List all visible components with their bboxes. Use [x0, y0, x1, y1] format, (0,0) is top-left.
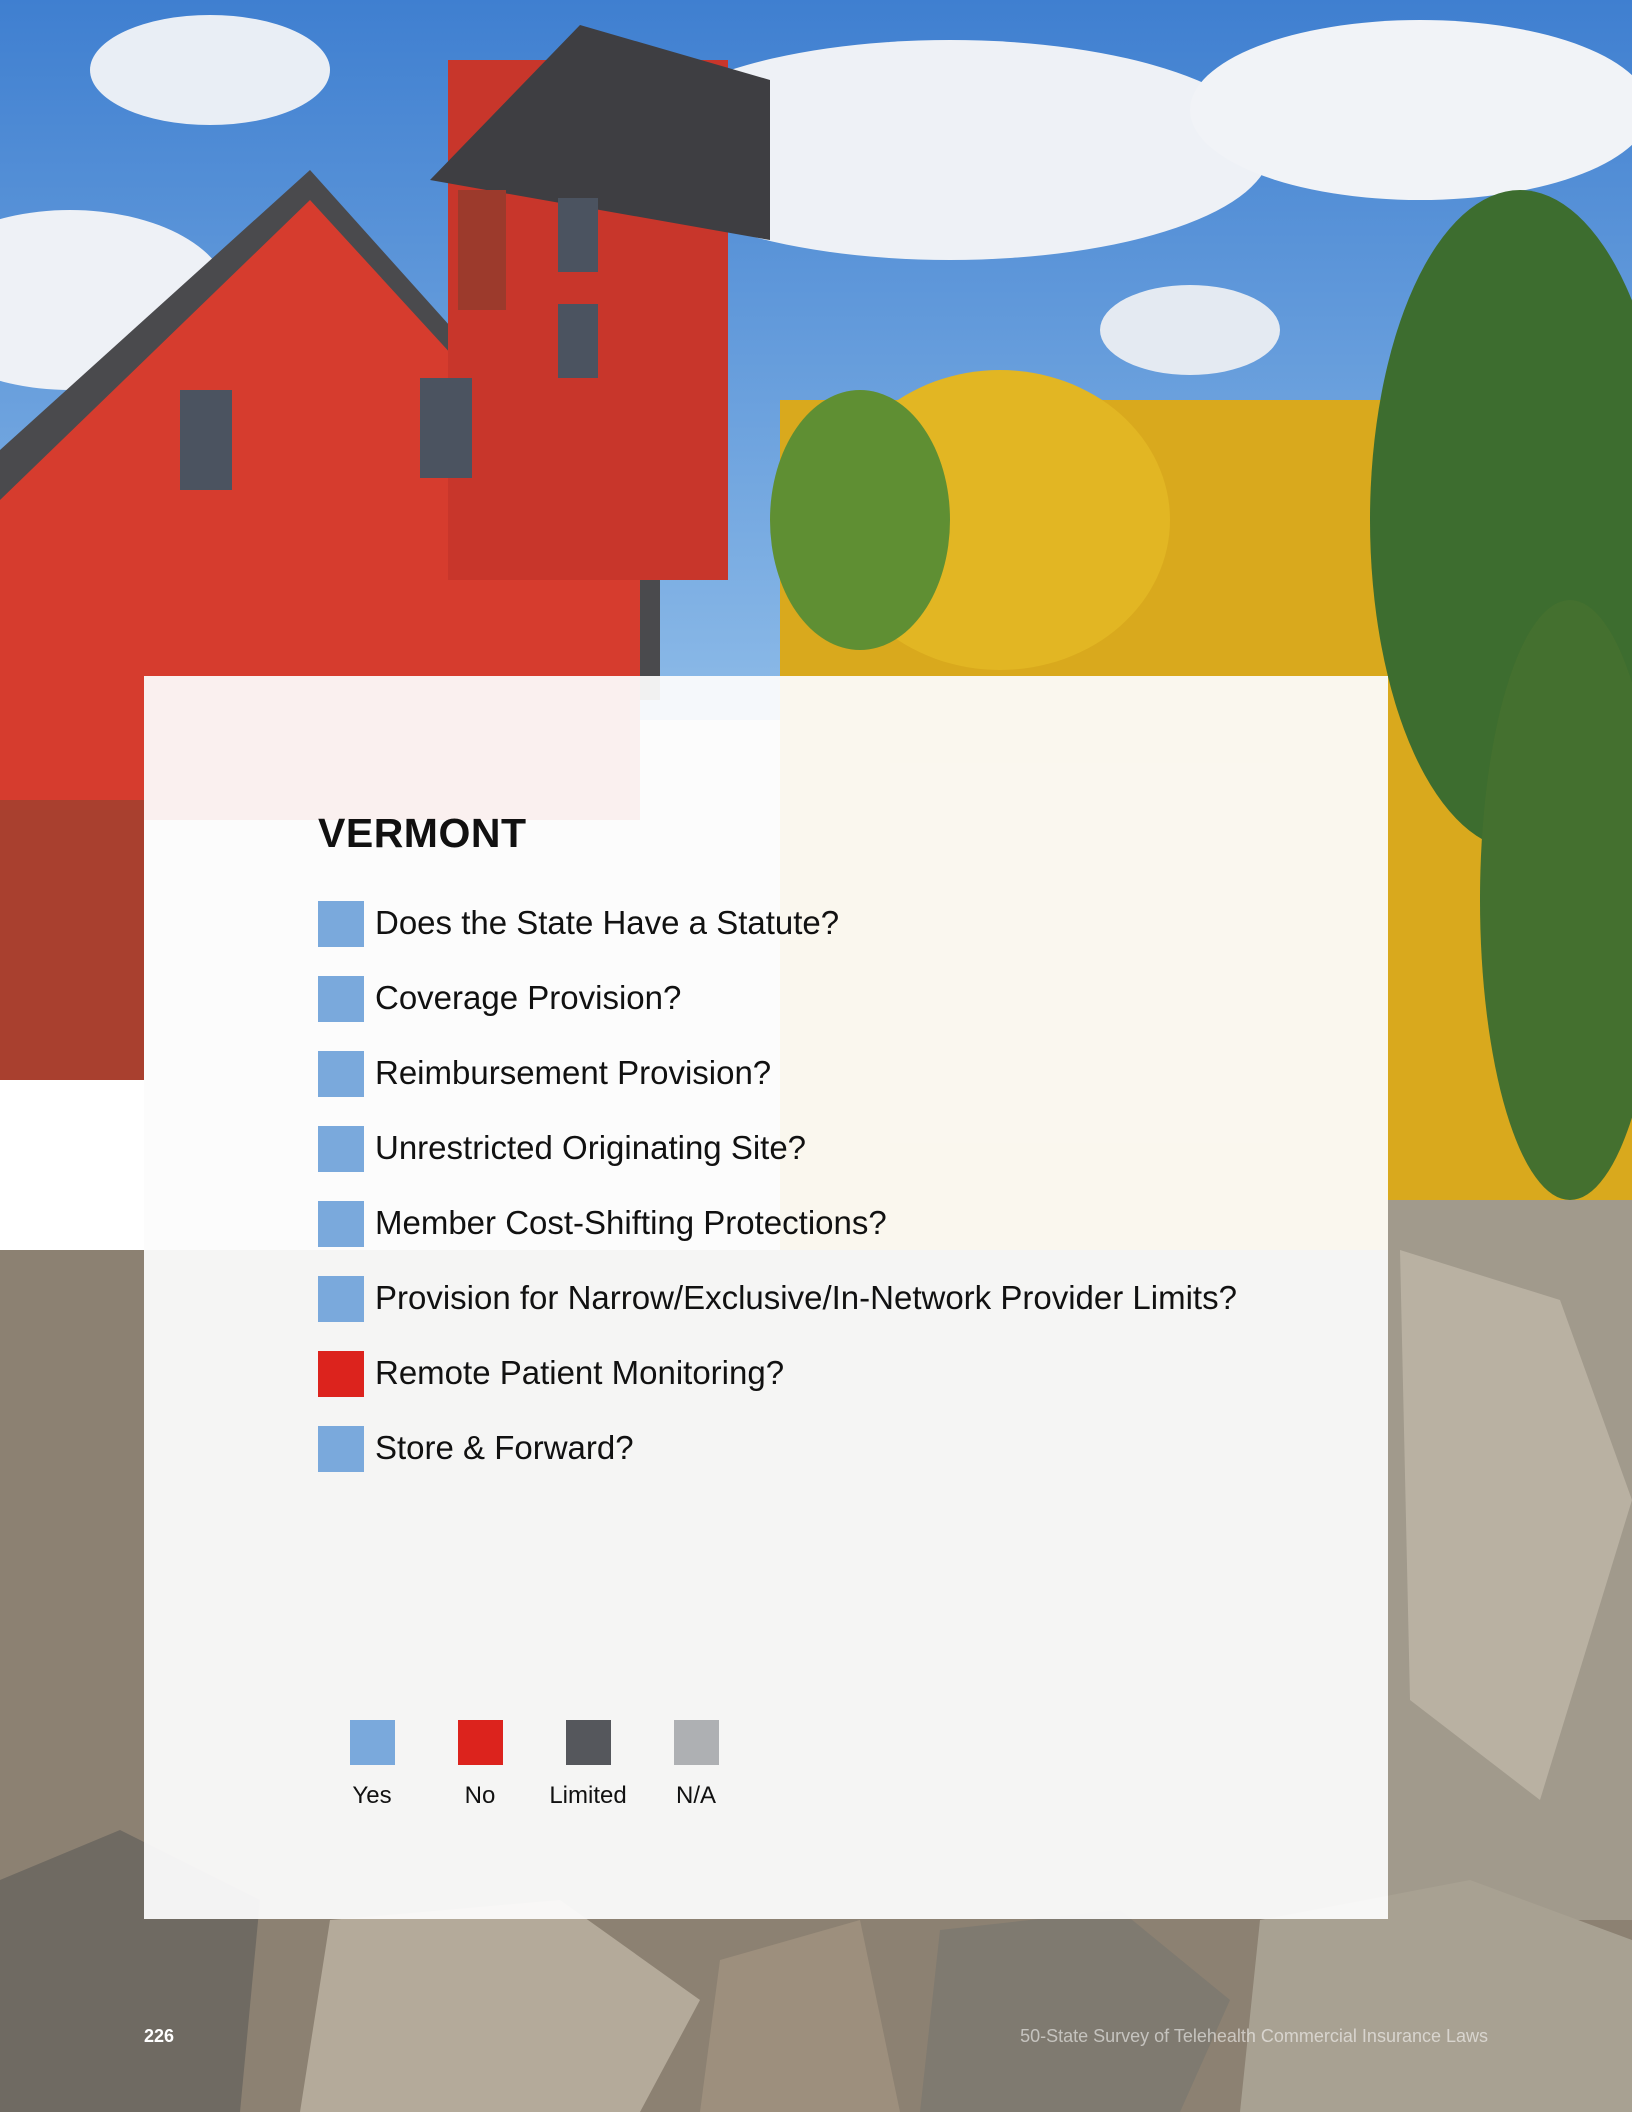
status-swatch-yes: [318, 976, 364, 1022]
cloud: [1100, 285, 1280, 375]
page-number: 226: [144, 2026, 175, 2046]
provision-label: Store & Forward?: [375, 1429, 634, 1466]
status-swatch-no: [318, 1351, 364, 1397]
provision-item: Reimbursement Provision?: [318, 1050, 1237, 1125]
provision-label: Unrestricted Originating Site?: [375, 1129, 807, 1166]
provision-item: Unrestricted Originating Site?: [318, 1125, 1237, 1200]
legend-swatch: [673, 1720, 719, 1765]
status-swatch-yes: [318, 1201, 364, 1247]
provision-item: Remote Patient Monitoring?: [318, 1350, 1237, 1425]
legend-swatch: [565, 1720, 611, 1765]
legend-item-na: N/A: [642, 1720, 750, 1810]
legend-item-no: No: [426, 1720, 534, 1810]
cloud: [1190, 20, 1632, 200]
footer-title: 50-State Survey of Telehealth Commercial…: [1020, 2026, 1488, 2046]
provision-item: Does the State Have a Statute?: [318, 900, 1237, 975]
legend-label: Yes: [352, 1782, 392, 1809]
legend-label: No: [464, 1782, 496, 1809]
legend: Yes No Limited N/A: [318, 1720, 750, 1810]
mill-lower: [0, 800, 144, 1080]
provision-label: Reimbursement Provision?: [375, 1054, 772, 1091]
provision-item: Member Cost-Shifting Protections?: [318, 1200, 1237, 1275]
chimney: [458, 190, 506, 310]
provision-label: Coverage Provision?: [375, 979, 682, 1016]
tree: [770, 390, 950, 650]
legend-swatch: [457, 1720, 503, 1765]
provision-label: Does the State Have a Statute?: [375, 904, 840, 941]
provision-label: Provision for Narrow/Exclusive/In-Networ…: [375, 1279, 1237, 1316]
legend-swatch: [349, 1720, 395, 1765]
legend-item-yes: Yes: [318, 1720, 426, 1810]
status-swatch-yes: [318, 1051, 364, 1097]
window: [180, 390, 232, 490]
legend-label: N/A: [675, 1782, 716, 1809]
cloud: [90, 15, 330, 125]
status-swatch-yes: [318, 1426, 364, 1472]
content-panel: VERMONT Does the State Have a Statute? Co…: [144, 676, 1388, 1919]
state-title: VERMONT: [318, 810, 527, 856]
status-swatch-yes: [318, 901, 364, 947]
provision-item: Store & Forward?: [318, 1425, 1237, 1500]
provision-item: Coverage Provision?: [318, 975, 1237, 1050]
legend-item-limited: Limited: [534, 1720, 642, 1810]
window: [558, 198, 598, 272]
window: [420, 378, 472, 478]
provision-label: Member Cost-Shifting Protections?: [375, 1204, 887, 1241]
legend-label: Limited: [549, 1782, 627, 1809]
provision-label: Remote Patient Monitoring?: [375, 1354, 785, 1391]
status-swatch-yes: [318, 1276, 364, 1322]
provision-item: Provision for Narrow/Exclusive/In-Networ…: [318, 1275, 1237, 1350]
window: [558, 304, 598, 378]
status-swatch-yes: [318, 1126, 364, 1172]
provision-list: Does the State Have a Statute? Coverage P…: [318, 900, 1237, 1500]
